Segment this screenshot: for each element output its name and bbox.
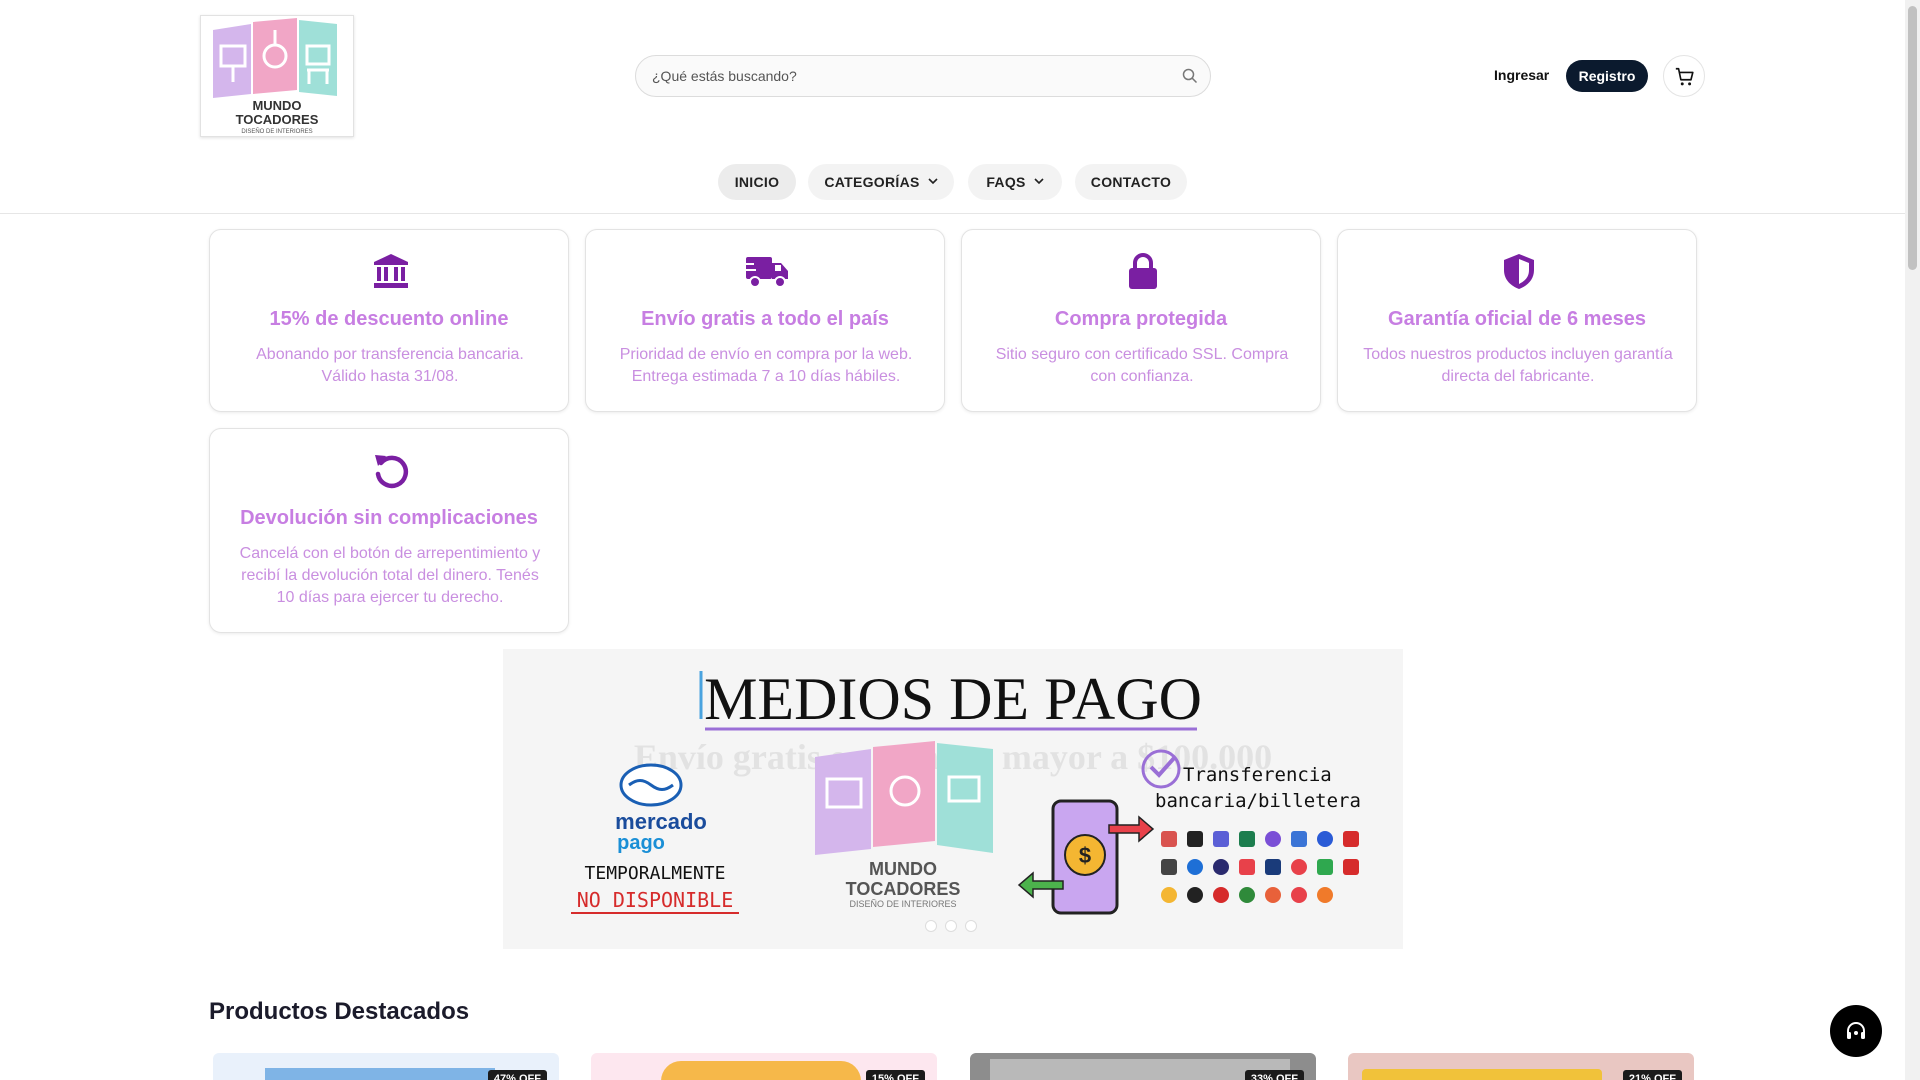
support-chat-button[interactable] xyxy=(1830,1005,1882,1057)
carousel-dot-1[interactable] xyxy=(925,920,937,932)
product-card[interactable]: 21% OFF xyxy=(1348,1053,1694,1080)
bank-icon xyxy=(374,254,408,288)
product-card[interactable]: 33% OFF xyxy=(970,1053,1316,1080)
cart-button[interactable] xyxy=(1663,55,1705,97)
site-logo[interactable]: MUNDO TOCADORES DISEÑO DE INTERIORES xyxy=(200,15,354,137)
discount-badge: 47% OFF xyxy=(487,1070,547,1080)
payment-banner-graphic: MEDIOS DE PAGO Envío gratis en compra ma… xyxy=(503,649,1403,949)
feature-desc: Abonando por transferencia bancaria. Vál… xyxy=(256,346,524,385)
feature-desc: Sitio seguro con certificado SSL. Compra… xyxy=(995,346,1289,385)
nav-categorias-label: CATEGORÍAS xyxy=(824,174,920,190)
nav-contacto[interactable]: CONTACTO xyxy=(1075,164,1187,200)
register-button[interactable]: Registro xyxy=(1566,60,1648,92)
feature-card-discount: 15% de descuento online Abonando por tra… xyxy=(209,229,569,412)
nav-faqs[interactable]: FAQS xyxy=(968,164,1062,200)
logo-line2: TOCADORES xyxy=(236,112,319,127)
page-scrollbar[interactable] xyxy=(1905,0,1920,1080)
feature-card-secure: Compra protegida Sitio seguro con certif… xyxy=(961,229,1321,412)
product-image xyxy=(661,1061,861,1080)
lock-icon xyxy=(1129,253,1157,289)
shield-icon xyxy=(1504,254,1534,289)
feature-title: Devolución sin complicaciones xyxy=(240,507,538,529)
search-icon[interactable] xyxy=(1182,68,1198,84)
mp-line2: pago xyxy=(617,832,665,854)
feature-card-warranty: Garantía oficial de 6 meses Todos nuestr… xyxy=(1337,229,1697,412)
product-card[interactable]: 15% OFF xyxy=(591,1053,937,1080)
chevron-down-icon xyxy=(928,178,938,185)
feature-title: Compra protegida xyxy=(1054,308,1228,330)
discount-badge: 21% OFF xyxy=(1622,1070,1682,1080)
carousel-dot-3[interactable] xyxy=(965,920,977,932)
nav-categorias[interactable]: CATEGORÍAS xyxy=(808,164,954,200)
logo-line1: MUNDO xyxy=(252,98,301,113)
discount-badge: 33% OFF xyxy=(1244,1070,1304,1080)
banner-title: MEDIOS DE PAGO xyxy=(704,666,1202,732)
temp-label: TEMPORALMENTE xyxy=(585,863,726,884)
transfer-line2: bancaria/billetera xyxy=(1155,790,1361,812)
product-image xyxy=(1362,1069,1602,1080)
logo-graphic: MUNDO TOCADORES DISEÑO DE INTERIORES xyxy=(213,18,337,135)
feature-title: 15% de descuento online xyxy=(269,308,509,330)
mp-line1: mercado xyxy=(615,809,707,834)
feature-title: Envío gratis a todo el país xyxy=(641,308,889,330)
headset-icon xyxy=(1847,1022,1865,1039)
section-title-featured: Productos Destacados xyxy=(209,998,470,1025)
chevron-down-icon xyxy=(1034,178,1044,185)
nav-inicio-label: INICIO xyxy=(734,174,780,190)
transfer-line1: Transferencia xyxy=(1183,764,1332,786)
feature-title: Garantía oficial de 6 meses xyxy=(1388,308,1646,330)
feature-desc: Todos nuestros productos incluyen garant… xyxy=(1363,346,1673,385)
search-bar xyxy=(635,55,1211,97)
banner-logo-line2: TOCADORES xyxy=(846,879,961,899)
return-icon xyxy=(375,455,409,489)
not-available-label: NO DISPONIBLE xyxy=(577,888,734,912)
nav-faqs-label: FAQS xyxy=(986,174,1026,190)
login-link[interactable]: Ingresar xyxy=(1494,67,1549,83)
truck-icon xyxy=(744,257,788,288)
cart-icon xyxy=(1675,67,1694,86)
banner-logo-line3: DISEÑO DE INTERIORES xyxy=(849,899,956,909)
feature-desc: Cancelá con el botón de arrepentimiento … xyxy=(239,545,541,606)
feature-card-returns: Devolución sin complicaciones Cancelá co… xyxy=(209,428,569,633)
nav-contacto-label: CONTACTO xyxy=(1090,174,1172,190)
carousel-dot-2[interactable] xyxy=(945,920,957,932)
svg-text:$: $ xyxy=(1079,843,1091,868)
feature-card-shipping: Envío gratis a todo el país Prioridad de… xyxy=(585,229,945,412)
logo-line3: DISEÑO DE INTERIORES xyxy=(241,128,312,135)
nav-inicio[interactable]: INICIO xyxy=(718,164,796,200)
search-input[interactable] xyxy=(652,56,1152,96)
banner-logo-line1: MUNDO xyxy=(869,859,937,879)
feature-desc: Prioridad de envío en compra por la web.… xyxy=(619,346,913,385)
site-header: MUNDO TOCADORES DISEÑO DE INTERIORES Ing… xyxy=(0,0,1905,214)
payment-banner[interactable]: MEDIOS DE PAGO Envío gratis en compra ma… xyxy=(503,649,1403,949)
product-image xyxy=(265,1068,495,1080)
discount-badge: 15% OFF xyxy=(865,1070,925,1080)
product-card[interactable]: 47% OFF xyxy=(213,1053,559,1080)
scrollbar-thumb[interactable] xyxy=(1908,6,1917,270)
